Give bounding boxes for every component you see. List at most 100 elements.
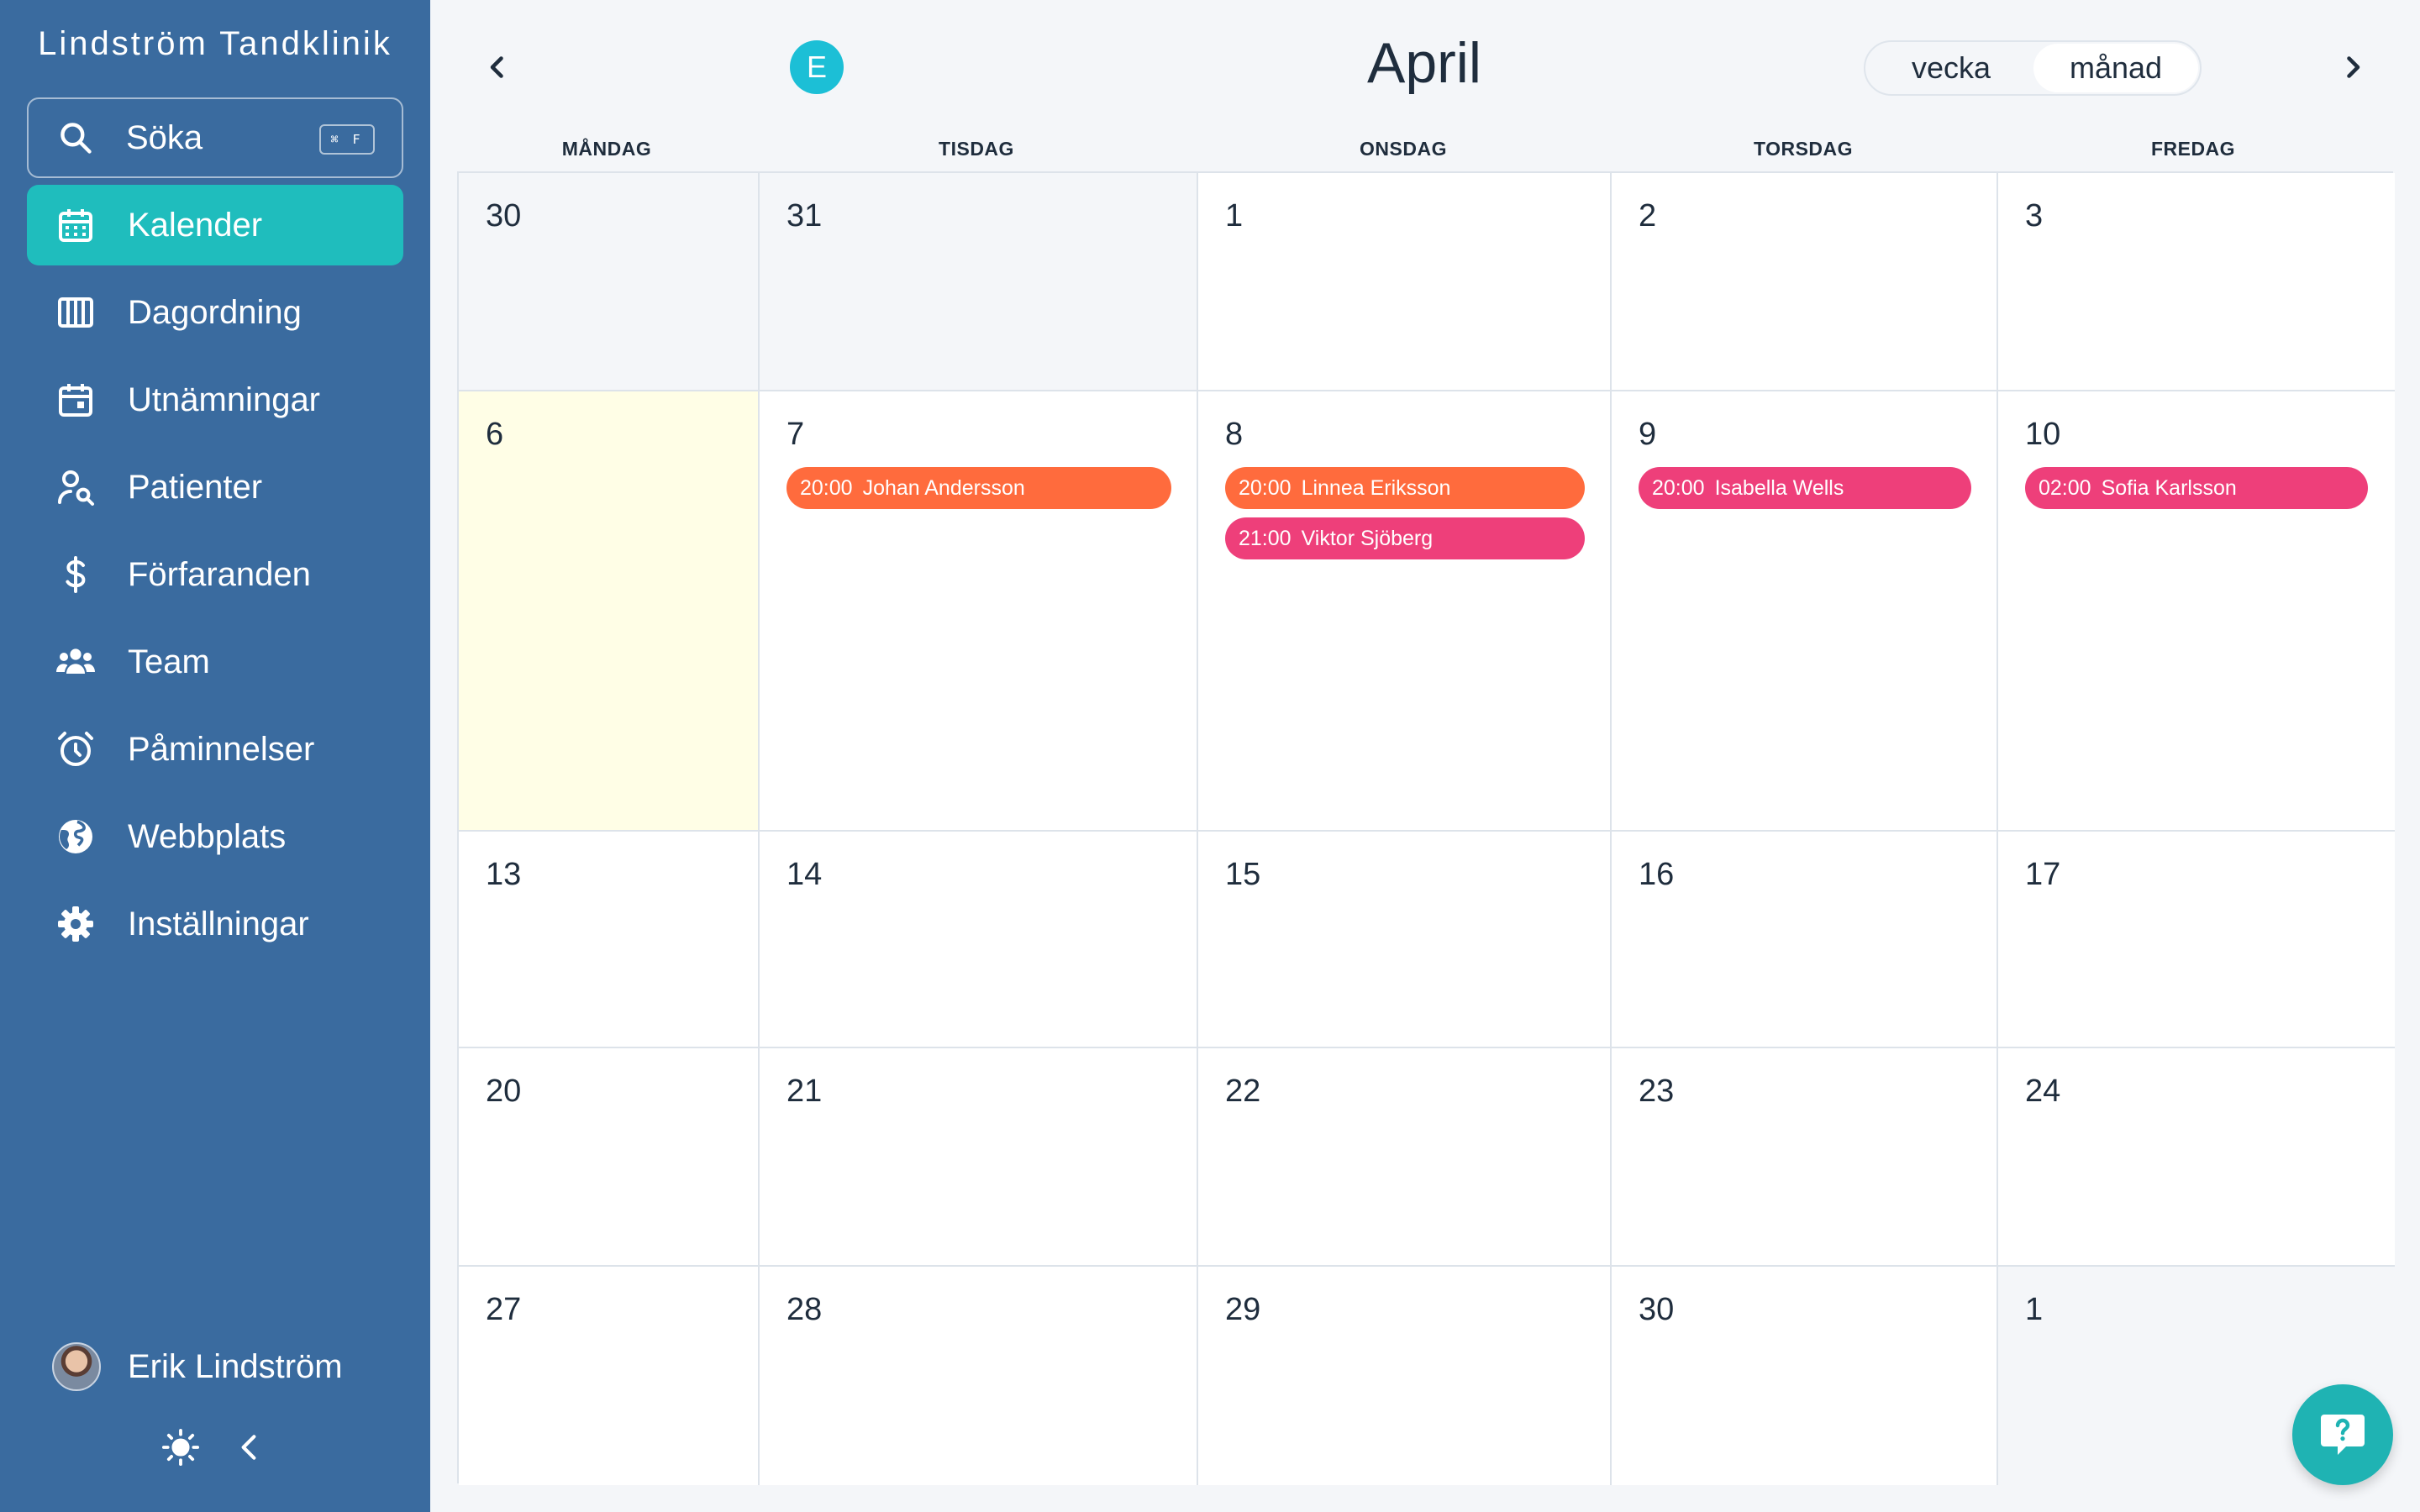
user-search-icon <box>58 470 94 506</box>
day-cell[interactable]: 23 <box>1612 1048 1998 1267</box>
appointment-event[interactable]: 21:00 Viktor Sjöberg <box>1225 517 1585 559</box>
day-cell[interactable]: 30 <box>1612 1267 1998 1485</box>
sidebar-item-label: Förfaranden <box>128 555 311 593</box>
weekday-label: TORSDAG <box>1753 138 1854 160</box>
alarm-clock-icon <box>58 732 93 766</box>
event-patient-name: Viktor Sjöberg <box>1301 526 1434 550</box>
day-number: 20 <box>486 1074 522 1109</box>
day-cell[interactable]: 30 <box>459 173 760 391</box>
sidebar-item-label: Dagordning <box>128 293 302 331</box>
sidebar-item-installningar[interactable]: Inställningar <box>27 884 403 964</box>
calendar-icon <box>59 209 92 242</box>
day-number: 27 <box>486 1292 522 1327</box>
weekday-label: FREDAG <box>2150 138 2236 160</box>
event-time: 20:00 <box>800 475 853 500</box>
appointment-event[interactable]: 20:00 Johan Andersson <box>786 467 1171 509</box>
day-number: 22 <box>1225 1074 1261 1109</box>
event-time: 20:00 <box>1652 475 1705 500</box>
sidebar-item-label: Utnämningar <box>128 381 321 418</box>
day-number: 1 <box>1225 198 1244 234</box>
day-number: 2 <box>1639 198 1657 234</box>
previous-month-icon[interactable] <box>482 52 513 82</box>
event-time: 20:00 <box>1239 475 1292 500</box>
day-cell[interactable]: 8 20:00 Linnea Eriksson 21:00 Viktor Sjöberg <box>1198 391 1612 832</box>
day-cell[interactable]: 6 <box>459 391 760 832</box>
sidebar-item-patienter[interactable]: Patienter <box>27 447 403 528</box>
day-number: 15 <box>1225 857 1261 892</box>
day-cell[interactable]: 27 <box>459 1267 760 1485</box>
day-cell[interactable]: 14 <box>760 832 1198 1048</box>
day-cell[interactable]: 21 <box>760 1048 1198 1267</box>
search-icon <box>60 123 92 154</box>
day-number: 13 <box>486 857 522 892</box>
sidebar-item-webbplats[interactable]: Webbplats <box>27 796 403 877</box>
day-cell[interactable]: 3 <box>1998 173 2395 391</box>
dollar-icon <box>66 556 86 593</box>
keyboard-shortcut-badge: ⌘ F <box>319 124 375 155</box>
day-number: 21 <box>786 1074 823 1109</box>
sidebar-item-utnamningar[interactable]: Utnämningar <box>27 360 403 440</box>
day-number: 9 <box>1639 417 1657 452</box>
sidebar-item-forfaranden[interactable]: Förfaranden <box>27 534 403 615</box>
weekday-label: ONSDAG <box>1360 138 1447 160</box>
day-cell[interactable]: 20 <box>459 1048 760 1267</box>
help-button[interactable] <box>2292 1384 2393 1485</box>
day-number: 30 <box>1639 1292 1675 1327</box>
avatar-initial[interactable]: E <box>790 40 844 94</box>
day-number: 3 <box>2025 198 2044 234</box>
day-number: 14 <box>786 857 823 892</box>
user-name: Erik Lindström <box>128 1347 343 1385</box>
brand-title: Lindström Tandklinik <box>38 25 392 62</box>
day-cell[interactable]: 13 <box>459 832 760 1048</box>
day-number: 24 <box>2025 1074 2061 1109</box>
day-number: 23 <box>1639 1074 1675 1109</box>
avatar <box>52 1342 101 1391</box>
day-cell[interactable]: 1 <box>1198 173 1612 391</box>
columns-icon <box>58 297 93 328</box>
day-cell[interactable]: 28 <box>760 1267 1198 1485</box>
day-cell[interactable]: 15 <box>1198 832 1612 1048</box>
sidebar-item-label: Webbplats <box>128 817 287 855</box>
day-number: 1 <box>2025 1292 2044 1327</box>
day-number: 6 <box>486 417 504 452</box>
collapse-sidebar-icon[interactable] <box>237 1431 260 1463</box>
sidebar-item-label: Inställningar <box>128 905 309 942</box>
day-number: 30 <box>486 198 522 234</box>
day-cell[interactable]: 31 <box>760 173 1198 391</box>
users-icon <box>56 648 95 674</box>
user-profile[interactable]: Erik Lindström <box>52 1342 343 1391</box>
globe-icon <box>59 820 92 853</box>
sidebar: Lindström Tandklinik Söka ⌘ F Kalender D… <box>0 0 430 1512</box>
day-cell[interactable]: 24 <box>1998 1048 2395 1267</box>
appointment-event[interactable]: 20:00 Linnea Eriksson <box>1225 467 1585 509</box>
day-cell[interactable]: 22 <box>1198 1048 1612 1267</box>
page-title: April <box>1366 31 1482 95</box>
search-button[interactable]: Söka ⌘ F <box>27 97 403 178</box>
sidebar-item-paminnelser[interactable]: Påminnelser <box>27 709 403 790</box>
day-cell[interactable]: 17 <box>1998 832 2395 1048</box>
sidebar-item-label: Påminnelser <box>128 730 315 768</box>
sidebar-item-dagordning[interactable]: Dagordning <box>27 272 403 353</box>
day-number: 29 <box>1225 1292 1261 1327</box>
calendar-grid: 30 31 1 2 3 6 7 20:00 Johan Andersson 8 20:00 Linne… <box>457 171 2395 1485</box>
sidebar-item-team[interactable]: Team <box>27 622 403 702</box>
day-number: 10 <box>2025 417 2061 452</box>
day-number: 8 <box>1225 417 1244 452</box>
day-cell[interactable]: 10 02:00 Sofia Karlsson <box>1998 391 2395 832</box>
view-month-button[interactable]: månad <box>2033 44 2198 92</box>
appointment-event[interactable]: 02:00 Sofia Karlsson <box>2025 467 2368 509</box>
day-number: 28 <box>786 1292 823 1327</box>
view-week-button[interactable]: vecka <box>1869 44 2033 92</box>
day-cell[interactable]: 7 20:00 Johan Andersson <box>760 391 1198 832</box>
day-cell[interactable]: 2 <box>1612 173 1998 391</box>
day-cell[interactable]: 9 20:00 Isabella Wells <box>1612 391 1998 832</box>
search-label: Söka <box>126 118 203 156</box>
day-number: 16 <box>1639 857 1675 892</box>
sun-icon[interactable] <box>161 1428 200 1467</box>
day-cell[interactable]: 29 <box>1198 1267 1612 1485</box>
appointment-event[interactable]: 20:00 Isabella Wells <box>1639 467 1971 509</box>
sidebar-item-kalender[interactable]: Kalender <box>27 185 403 265</box>
next-month-icon[interactable] <box>2338 52 2368 82</box>
calendar-day-icon <box>59 384 92 417</box>
day-cell[interactable]: 16 <box>1612 832 1998 1048</box>
